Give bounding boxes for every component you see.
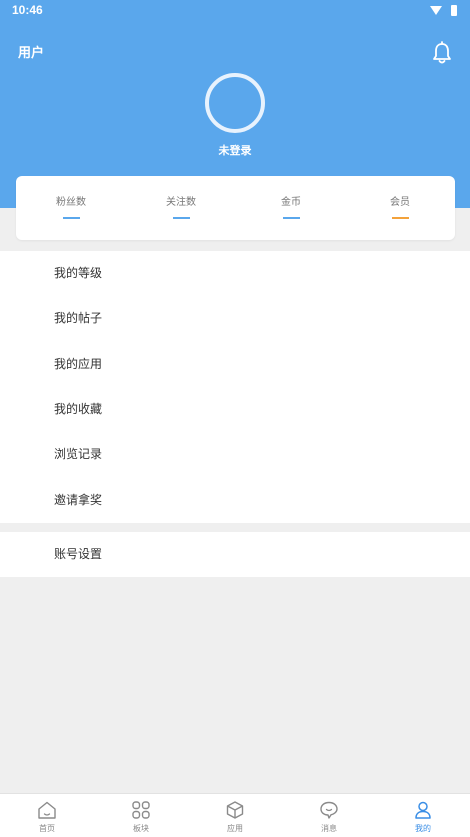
battery-icon (451, 5, 457, 16)
stat-value-placeholder (282, 217, 300, 219)
menu-item-history[interactable]: 浏览记录 (0, 432, 470, 477)
chat-icon (320, 801, 338, 819)
tab-label: 消息 (321, 824, 337, 833)
stat-value-placeholder (62, 217, 80, 219)
menu-item-apps[interactable]: 我的应用 (0, 342, 470, 387)
menu-item-invite[interactable]: 邀请拿奖 (0, 478, 470, 523)
stat-coins[interactable]: 金币 (236, 176, 346, 240)
tab-mine[interactable]: 我的 (376, 794, 470, 837)
status-bar: 10:46 (0, 0, 470, 22)
stat-label: 关注数 (166, 197, 196, 208)
tab-boards[interactable]: 板块 (94, 794, 188, 837)
bottom-nav: 首页 板块 应用 消息 我的 (0, 793, 470, 837)
cube-icon (226, 801, 244, 819)
home-icon (38, 801, 56, 819)
tab-label: 首页 (39, 824, 55, 833)
status-time: 10:46 (12, 3, 43, 17)
tab-home[interactable]: 首页 (0, 794, 94, 837)
page-title: 用户 (18, 46, 45, 61)
stat-value-placeholder (391, 217, 409, 219)
wifi-icon (430, 6, 442, 15)
settings-menu: 账号设置 (0, 532, 470, 577)
grid-icon (132, 801, 150, 819)
avatar[interactable] (205, 73, 265, 133)
login-status-text[interactable]: 未登录 (0, 142, 470, 158)
menu-item-posts[interactable]: 我的帖子 (0, 296, 470, 341)
bell-icon[interactable] (431, 41, 453, 65)
stat-following[interactable]: 关注数 (126, 176, 236, 240)
stats-card: 粉丝数 关注数 金币 会员 (16, 176, 455, 240)
stat-membership[interactable]: 会员 (345, 176, 455, 240)
tab-label: 板块 (133, 824, 149, 833)
stat-followers[interactable]: 粉丝数 (16, 176, 126, 240)
tab-apps[interactable]: 应用 (188, 794, 282, 837)
stat-label: 粉丝数 (56, 197, 86, 208)
menu-item-account-settings[interactable]: 账号设置 (0, 532, 470, 577)
profile-menu: 我的等级 我的帖子 我的应用 我的收藏 浏览记录 邀请拿奖 (0, 251, 470, 523)
tab-label: 我的 (415, 824, 431, 833)
tab-label: 应用 (227, 824, 243, 833)
stat-label: 会员 (390, 197, 410, 208)
stat-label: 金币 (281, 197, 301, 208)
menu-item-favorites[interactable]: 我的收藏 (0, 387, 470, 432)
menu-item-level[interactable]: 我的等级 (0, 251, 470, 296)
tab-messages[interactable]: 消息 (282, 794, 376, 837)
stat-value-placeholder (172, 217, 190, 219)
user-icon (415, 801, 431, 819)
